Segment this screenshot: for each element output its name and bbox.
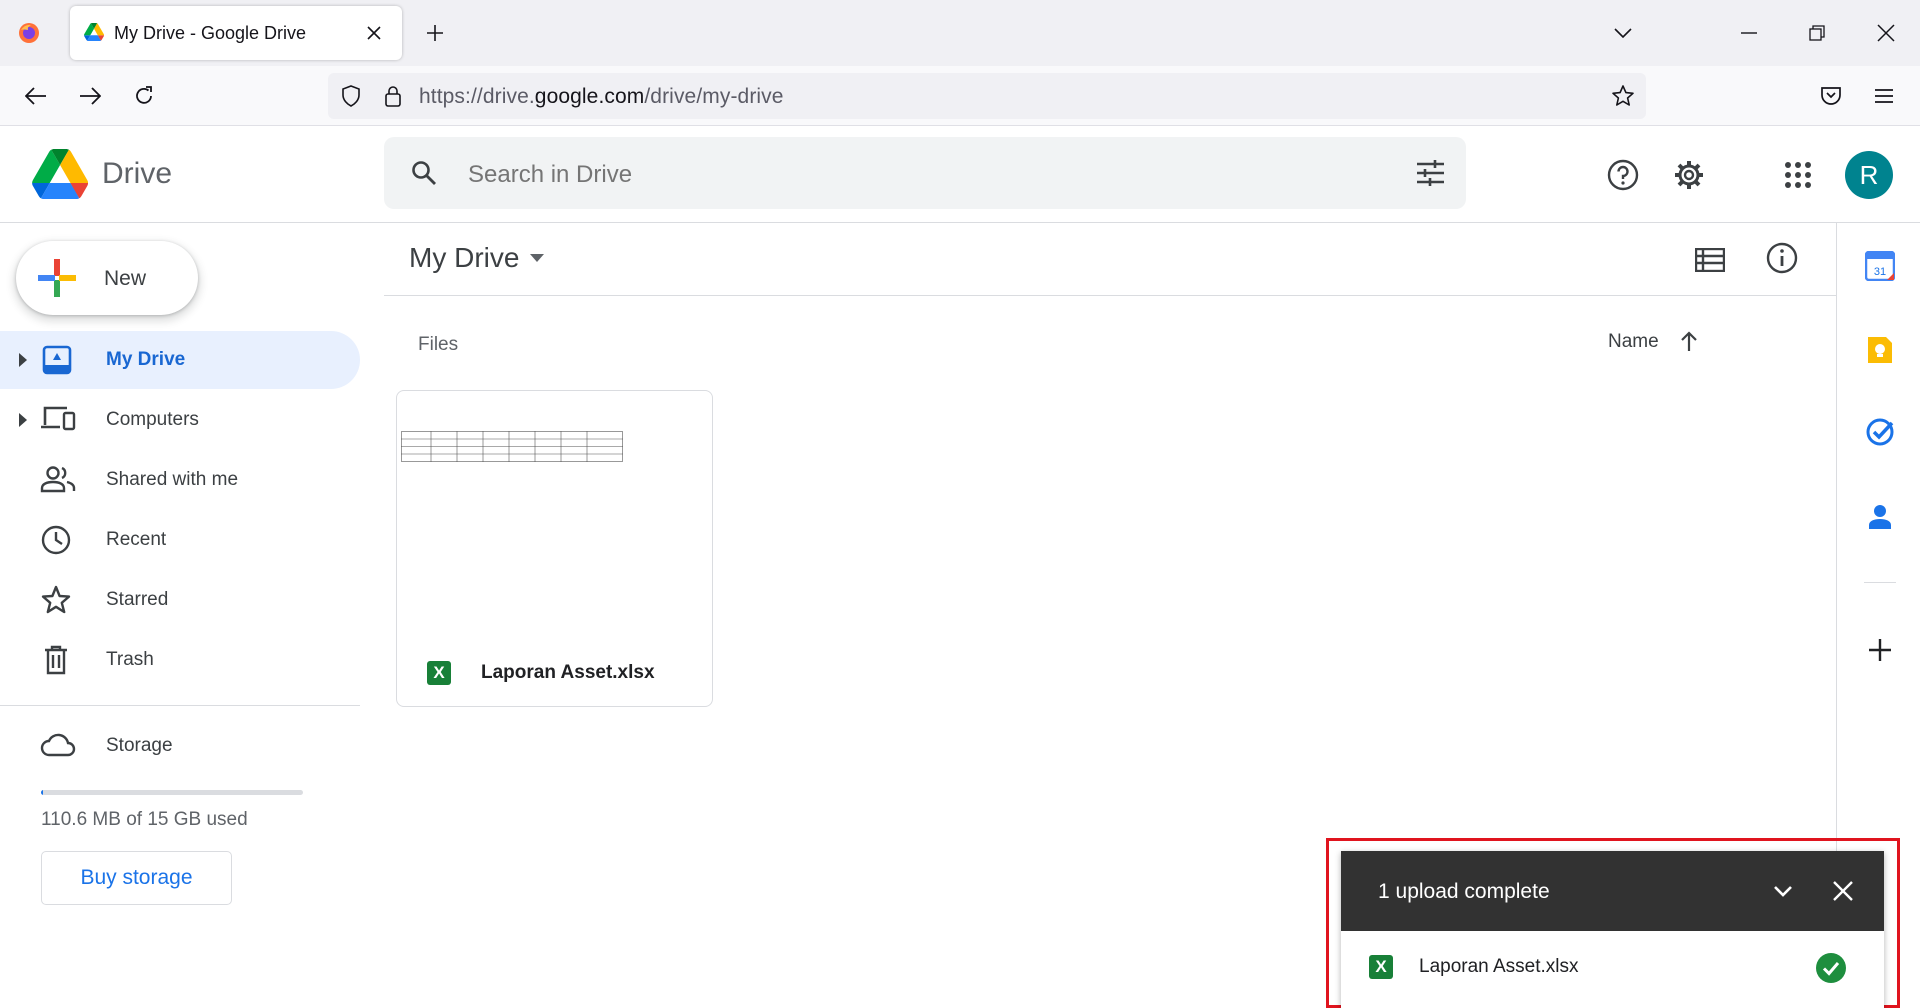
- new-button-label: New: [104, 267, 147, 290]
- back-icon[interactable]: [20, 80, 52, 112]
- browser-toolbar: https://drive.google.com/drive/my-drive: [0, 66, 1920, 126]
- drive-logo-icon[interactable]: [32, 149, 88, 199]
- cloud-icon: [40, 731, 76, 761]
- drive-header: Drive R: [0, 127, 1920, 223]
- details-info-icon[interactable]: [1764, 240, 1800, 276]
- sidebar-item-label: Storage: [106, 735, 173, 756]
- restore-icon[interactable]: [1802, 18, 1832, 48]
- pocket-icon[interactable]: [1815, 80, 1847, 112]
- sidebar-item-my-drive[interactable]: My Drive: [0, 331, 360, 389]
- sidebar-item-trash[interactable]: Trash: [0, 631, 360, 689]
- browser-tab-bar: My Drive - Google Drive: [0, 0, 1920, 66]
- storage-used-text: 110.6 MB of 15 GB used: [41, 809, 248, 830]
- sidebar-item-label: Shared with me: [106, 469, 239, 490]
- my-drive-icon: [40, 345, 76, 375]
- sidebar-item-computers[interactable]: Computers: [0, 391, 360, 449]
- minimize-icon[interactable]: [1734, 18, 1764, 48]
- help-icon[interactable]: [1605, 157, 1641, 193]
- get-addons-plus-icon[interactable]: [1862, 632, 1898, 668]
- buy-storage-button[interactable]: Buy storage: [41, 851, 232, 905]
- collapse-chevron-down-icon[interactable]: [1767, 875, 1799, 907]
- tracking-shield-icon[interactable]: [338, 83, 364, 109]
- close-window-icon[interactable]: [1871, 18, 1901, 48]
- sort-label: Name: [1608, 331, 1659, 352]
- sidebar-item-recent[interactable]: Recent: [0, 511, 360, 569]
- sidebar-item-label: Starred: [106, 589, 169, 610]
- excel-file-icon: X: [1369, 955, 1393, 979]
- avatar[interactable]: R: [1845, 151, 1893, 199]
- upload-status-panel: 1 upload complete X Laporan Asset.xlsx: [1341, 851, 1884, 1008]
- storage-progress-bar: [41, 790, 303, 795]
- lock-icon[interactable]: [380, 83, 406, 109]
- plus-icon: [38, 259, 76, 297]
- upload-item-row[interactable]: X Laporan Asset.xlsx: [1341, 931, 1884, 1008]
- apps-grid-icon[interactable]: [1780, 157, 1816, 193]
- calendar-day-label: 31: [1874, 266, 1886, 278]
- tab-title: My Drive - Google Drive: [114, 23, 307, 43]
- new-tab-icon[interactable]: [420, 18, 450, 48]
- list-all-tabs-icon[interactable]: [1608, 18, 1638, 48]
- keep-icon[interactable]: [1862, 332, 1898, 368]
- sidebar-item-starred[interactable]: Starred: [0, 571, 360, 629]
- firefox-icon[interactable]: [14, 18, 44, 48]
- storage-progress-fill: [41, 790, 43, 795]
- forward-icon[interactable]: [74, 80, 106, 112]
- tasks-icon[interactable]: [1862, 414, 1898, 450]
- upload-success-check-icon: [1816, 953, 1846, 983]
- page-title: My Drive: [409, 242, 520, 273]
- close-tab-icon[interactable]: [362, 21, 386, 45]
- sidebar-item-label: Computers: [106, 409, 199, 430]
- list-view-icon[interactable]: [1692, 242, 1728, 278]
- my-drive-title-dropdown[interactable]: My Drive: [396, 232, 566, 284]
- sidebar-divider: [0, 705, 360, 706]
- search-icon[interactable]: [408, 157, 440, 189]
- search-bar[interactable]: [384, 137, 1466, 209]
- settings-gear-icon[interactable]: [1671, 157, 1707, 193]
- dropdown-arrow-icon: [530, 254, 544, 262]
- shared-people-icon: [40, 465, 76, 495]
- file-name: Laporan Asset.xlsx: [481, 662, 655, 683]
- app-name[interactable]: Drive: [102, 157, 172, 191]
- sort-by-name-button[interactable]: Name: [1600, 324, 1710, 360]
- sidebar-item-label: Recent: [106, 529, 167, 550]
- sidebar-item-label: Trash: [106, 649, 154, 670]
- upload-panel-header: 1 upload complete: [1341, 851, 1884, 931]
- url-text[interactable]: https://drive.google.com/drive/my-drive: [419, 85, 784, 109]
- drive-favicon-icon: [84, 23, 104, 41]
- url-bar[interactable]: https://drive.google.com/drive/my-drive: [328, 73, 1646, 119]
- spreadsheet-thumbnail: [401, 431, 623, 463]
- search-input[interactable]: [468, 161, 1268, 189]
- side-panel-separator: [1864, 582, 1896, 583]
- star-icon: [40, 585, 76, 615]
- bookmark-star-icon[interactable]: [1610, 83, 1636, 109]
- sort-ascending-arrow-icon[interactable]: [1680, 331, 1698, 351]
- expand-caret-icon[interactable]: [18, 412, 28, 428]
- close-panel-icon[interactable]: [1827, 875, 1859, 907]
- sidebar-item-label: My Drive: [106, 349, 186, 370]
- file-card[interactable]: X Laporan Asset.xlsx: [396, 390, 713, 707]
- sidebar-item-shared-with-me[interactable]: Shared with me: [0, 451, 360, 509]
- sidebar-item-storage[interactable]: Storage: [0, 717, 360, 775]
- reload-icon[interactable]: [128, 80, 160, 112]
- contacts-icon[interactable]: [1862, 498, 1898, 534]
- browser-tab[interactable]: My Drive - Google Drive: [70, 6, 402, 60]
- trash-icon: [40, 645, 76, 675]
- app-menu-icon[interactable]: [1868, 80, 1900, 112]
- clock-icon: [40, 525, 76, 555]
- excel-file-icon: X: [427, 661, 451, 685]
- computers-icon: [40, 405, 76, 435]
- upload-status-title: 1 upload complete: [1378, 880, 1550, 903]
- files-section-label: Files: [418, 334, 459, 355]
- upload-file-name: Laporan Asset.xlsx: [1419, 956, 1579, 977]
- expand-caret-icon[interactable]: [18, 352, 28, 368]
- main-header-divider: [384, 295, 1836, 296]
- search-options-icon[interactable]: [1414, 157, 1446, 189]
- calendar-icon[interactable]: 31: [1862, 248, 1898, 284]
- new-button[interactable]: New: [16, 241, 198, 315]
